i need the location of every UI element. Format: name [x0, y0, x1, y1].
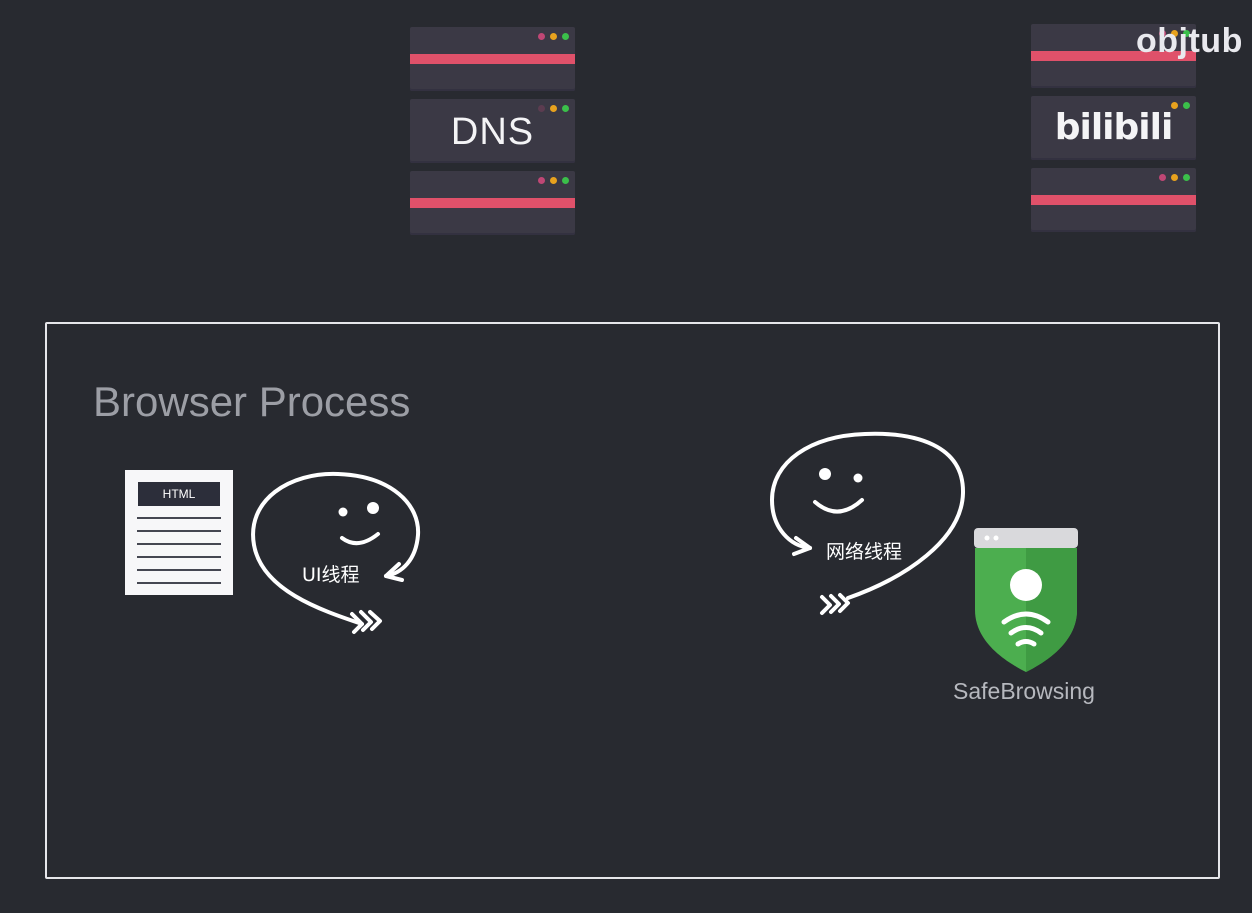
ui-thread-face-icon — [338, 502, 380, 546]
ui-thread-label: UI线程 — [302, 564, 360, 586]
network-thread-loop-icon — [770, 431, 966, 615]
ui-thread-loop-icon — [251, 471, 421, 634]
thread-loops — [251, 431, 1078, 672]
network-thread-label: 网络线程 — [826, 541, 903, 563]
diagram-canvas: DNS bilibili objtub Browser Process HTML… — [0, 0, 1252, 913]
network-thread-face-icon — [813, 468, 864, 514]
safebrowsing-label: SafeBrowsing — [953, 678, 1095, 704]
safebrowsing-shield-icon — [974, 528, 1078, 672]
